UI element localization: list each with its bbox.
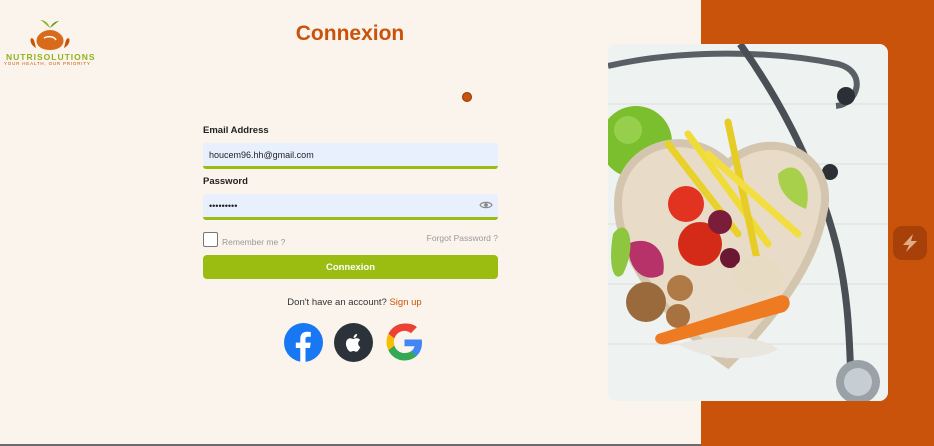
password-label: Password <box>203 176 248 187</box>
facebook-button[interactable] <box>284 323 323 362</box>
password-field[interactable] <box>203 194 498 217</box>
side-widget-button[interactable] <box>893 226 927 260</box>
google-button[interactable] <box>385 323 424 362</box>
remember-label: Remember me ? <box>222 236 286 247</box>
signup-link[interactable]: Sign up <box>389 297 421 308</box>
logo-tagline: YOUR HEALTH, OUR PRIORITY <box>4 61 91 66</box>
email-field[interactable] <box>203 143 498 166</box>
remember-checkbox[interactable] <box>203 232 218 247</box>
remember-me[interactable]: Remember me ? <box>203 232 285 247</box>
email-field-wrapper <box>203 143 498 169</box>
eye-icon[interactable] <box>479 200 493 210</box>
page-title: Connexion <box>295 22 405 45</box>
apple-icon <box>345 333 361 352</box>
food-illustration <box>608 44 888 401</box>
loading-dot <box>462 92 472 102</box>
password-field-wrapper <box>203 194 498 220</box>
connexion-button[interactable]: Connexion <box>203 255 498 279</box>
healthy-food-image <box>608 44 888 401</box>
email-label: Email Address <box>203 125 269 136</box>
signup-line: Don't have an account? Sign up <box>203 297 506 308</box>
apple-button[interactable] <box>334 323 373 362</box>
lightning-icon <box>903 234 917 252</box>
forgot-password-link[interactable]: Forgot Password ? <box>427 233 498 243</box>
signup-prompt: Don't have an account? <box>287 297 387 308</box>
facebook-icon <box>295 331 311 362</box>
google-icon <box>386 323 422 361</box>
